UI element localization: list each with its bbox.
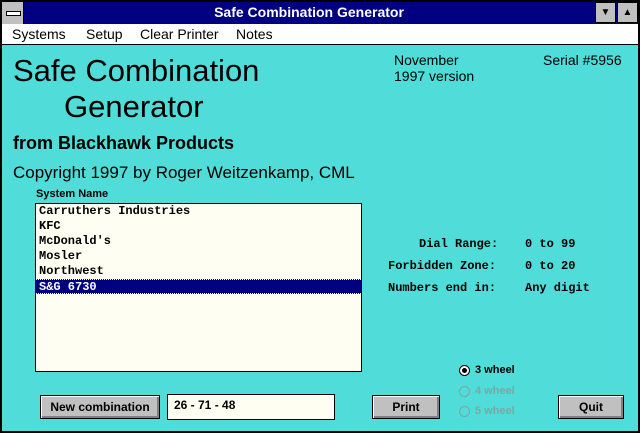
system-list[interactable]: Carruthers Industries KFC McDonald's Mosler… <box>35 203 362 372</box>
radio-dot-icon <box>459 406 470 417</box>
forbidden-zone-label: Forbidden Zone: <box>388 259 497 273</box>
copyright-text: Copyright 1997 by Roger Weitzenkamp, CML <box>13 163 355 182</box>
menu-notes[interactable]: Notes <box>236 26 273 42</box>
title-bar: Safe Combination Generator ▼ ▲ <box>2 2 638 24</box>
version-year: 1997 version <box>394 68 475 84</box>
combination-output: 26 - 71 - 48 <box>167 394 335 420</box>
system-list-item[interactable]: McDonald's <box>36 234 361 249</box>
system-list-item[interactable]: Northwest <box>36 264 361 279</box>
radio-dot-icon <box>459 365 470 376</box>
system-menu-icon[interactable] <box>2 2 24 24</box>
menu-clear-printer[interactable]: Clear Printer <box>140 26 219 42</box>
radio-dot-icon <box>459 386 470 397</box>
window-title: Safe Combination Generator <box>214 4 404 20</box>
dial-range-label: Dial Range: <box>419 237 499 251</box>
app-title-line1: Safe Combination <box>13 53 260 88</box>
print-button[interactable]: Print <box>372 395 440 419</box>
numbers-end-value: Any digit <box>525 281 590 295</box>
wheel-radio-label: 4 wheel <box>475 385 515 397</box>
serial-number: Serial #5956 <box>543 52 622 68</box>
quit-button[interactable]: Quit <box>558 395 624 419</box>
system-name-label: System Name <box>36 188 109 200</box>
system-list-item[interactable]: Carruthers Industries <box>36 204 361 219</box>
dial-range-value: 0 to 99 <box>525 237 576 251</box>
menu-setup[interactable]: Setup <box>86 26 123 42</box>
system-list-item[interactable]: S&G 6730 <box>36 279 361 294</box>
app-window: Safe Combination Generator ▼ ▲ Systems S… <box>0 0 640 433</box>
company-name: from Blackhawk Products <box>13 133 235 153</box>
wheel-radio-label: 3 wheel <box>475 364 515 376</box>
minimize-button[interactable]: ▼ <box>595 2 616 23</box>
maximize-button[interactable]: ▲ <box>617 2 638 23</box>
system-list-item[interactable]: KFC <box>36 219 361 234</box>
version-month: November <box>394 52 459 68</box>
main-content: Safe Combination Generator from Blackhaw… <box>2 45 638 431</box>
menu-bar: Systems Setup Clear Printer Notes <box>2 24 638 45</box>
new-combination-button[interactable]: New combination <box>40 395 160 419</box>
wheel-radio-label: 5 wheel <box>475 405 515 417</box>
app-title-line2: Generator <box>64 89 204 124</box>
menu-systems[interactable]: Systems <box>12 26 66 42</box>
system-list-item[interactable]: Mosler <box>36 249 361 264</box>
forbidden-zone-value: 0 to 20 <box>525 259 576 273</box>
numbers-end-label: Numbers end in: <box>388 281 497 295</box>
